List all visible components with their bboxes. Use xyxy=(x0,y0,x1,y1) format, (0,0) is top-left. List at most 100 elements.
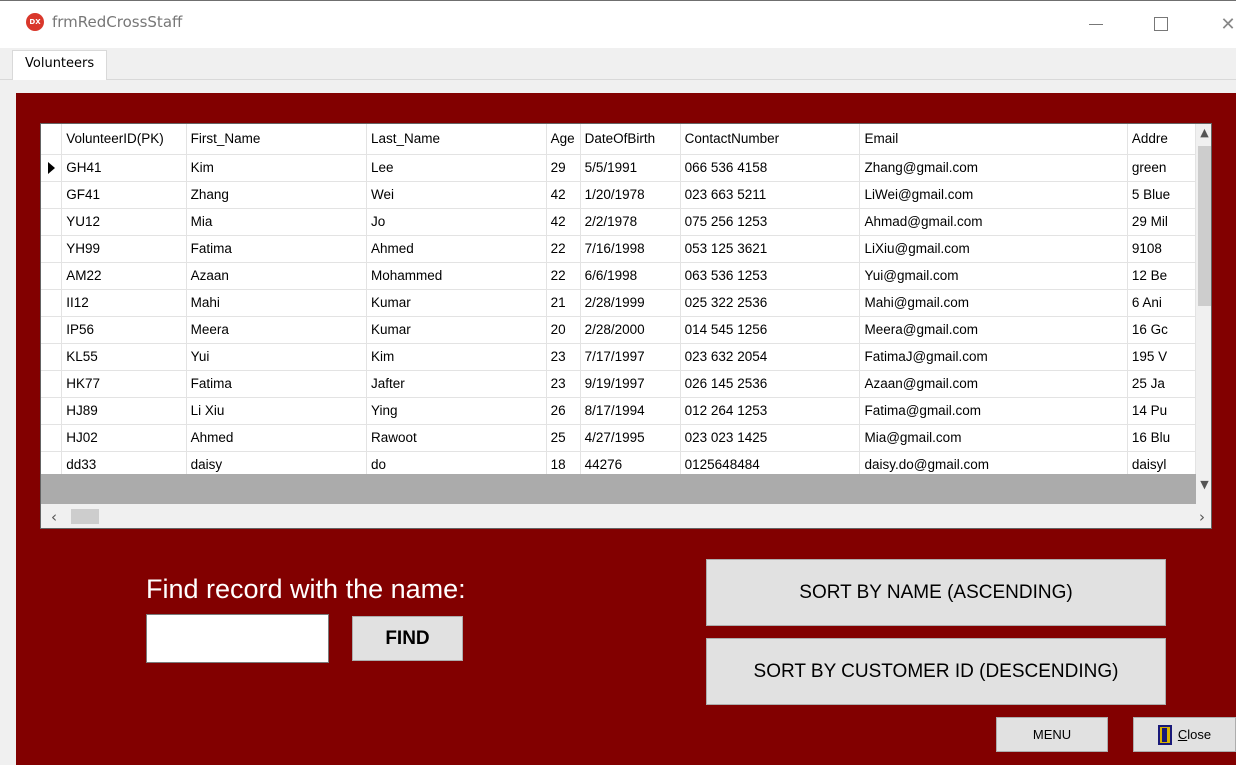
horizontal-scroll-thumb[interactable] xyxy=(71,509,99,524)
grid-cell[interactable]: IP56 xyxy=(61,316,187,344)
grid-cell[interactable]: HK77 xyxy=(61,370,187,398)
grid-cell[interactable]: Zhang@gmail.com xyxy=(859,154,1128,182)
scroll-right-icon[interactable]: › xyxy=(1199,508,1205,526)
table-row[interactable]: HJ02 Ahmed Rawoot 25 4/27/1995 023 023 1425 Mi… xyxy=(41,424,1196,452)
grid-cell[interactable]: AM22 xyxy=(61,262,187,290)
menu-button[interactable]: MENU xyxy=(996,717,1108,752)
grid-cell[interactable]: Azaan@gmail.com xyxy=(859,370,1128,398)
grid-cell[interactable]: GH41 xyxy=(61,154,187,182)
find-name-input[interactable] xyxy=(146,614,329,663)
find-button[interactable]: FIND xyxy=(352,616,463,661)
row-header[interactable] xyxy=(41,316,63,344)
grid-cell[interactable]: Mia@gmail.com xyxy=(859,424,1128,452)
grid-cell[interactable]: Jafter xyxy=(366,370,547,398)
grid-cell[interactable]: Kim xyxy=(366,343,547,371)
grid-cell[interactable]: 014 545 1256 xyxy=(680,316,861,344)
grid-cell[interactable]: 5 Blue xyxy=(1127,181,1196,209)
grid-cell[interactable]: KL55 xyxy=(61,343,187,371)
grid-cell[interactable]: 023 632 2054 xyxy=(680,343,861,371)
column-header[interactable]: DateOfBirth xyxy=(580,124,681,155)
grid-cell[interactable]: 14 Pu xyxy=(1127,397,1196,425)
table-row[interactable]: AM22 Azaan Mohammed 22 6/6/1998 063 536 1253 Y… xyxy=(41,262,1196,290)
grid-cell[interactable]: 25 xyxy=(546,424,581,452)
column-header[interactable]: First_Name xyxy=(186,124,368,155)
grid-cell[interactable]: 23 xyxy=(546,343,581,371)
grid-cell[interactable]: Meera@gmail.com xyxy=(859,316,1128,344)
column-header[interactable]: VolunteerID(PK) xyxy=(61,124,187,155)
grid-cell[interactable]: 1/20/1978 xyxy=(580,181,681,209)
grid-cell[interactable]: Ahmed xyxy=(186,424,368,452)
scroll-up-icon[interactable]: ▲ xyxy=(1196,124,1211,141)
grid-cell[interactable]: 6/6/1998 xyxy=(580,262,681,290)
row-header[interactable] xyxy=(41,424,63,452)
grid-cell[interactable]: LiXiu@gmail.com xyxy=(859,235,1128,263)
grid-cell[interactable]: 6 Ani xyxy=(1127,289,1196,317)
grid-cell[interactable]: 9108 xyxy=(1127,235,1196,263)
grid-cell[interactable]: Mahi@gmail.com xyxy=(859,289,1128,317)
scroll-left-icon[interactable]: ‹ xyxy=(51,508,57,526)
grid-cell[interactable]: 066 536 4158 xyxy=(680,154,861,182)
grid-cell[interactable]: HJ89 xyxy=(61,397,187,425)
tab-volunteers[interactable]: Volunteers xyxy=(12,50,108,80)
grid-cell[interactable]: Yui@gmail.com xyxy=(859,262,1128,290)
column-header[interactable]: ContactNumber xyxy=(680,124,861,155)
grid-cell[interactable]: Wei xyxy=(366,181,547,209)
grid-cell[interactable]: 053 125 3621 xyxy=(680,235,861,263)
grid-cell[interactable]: YH99 xyxy=(61,235,187,263)
grid-cell[interactable]: 012 264 1253 xyxy=(680,397,861,425)
table-row[interactable]: IP56 Meera Kumar 20 2/28/2000 014 545 1256 Mee… xyxy=(41,316,1196,344)
sort-by-id-button[interactable]: SORT BY CUSTOMER ID (DESCENDING) xyxy=(706,638,1166,705)
row-header[interactable] xyxy=(41,343,63,371)
grid-cell[interactable]: 29 xyxy=(546,154,581,182)
table-row[interactable]: II12 Mahi Kumar 21 2/28/1999 025 322 2536 Mahi… xyxy=(41,289,1196,317)
grid-cell[interactable]: Ying xyxy=(366,397,547,425)
grid-cell[interactable]: 4/27/1995 xyxy=(580,424,681,452)
grid-cell[interactable]: 22 xyxy=(546,235,581,263)
grid-cell[interactable]: 025 322 2536 xyxy=(680,289,861,317)
close-button[interactable]: Close xyxy=(1133,717,1236,752)
grid-cell[interactable]: Jo xyxy=(366,208,547,236)
grid-cell[interactable]: 195 V xyxy=(1127,343,1196,371)
grid-cell[interactable]: FatimaJ@gmail.com xyxy=(859,343,1128,371)
grid-cell[interactable]: Fatima xyxy=(186,370,368,398)
row-header[interactable] xyxy=(41,370,63,398)
grid-cell[interactable]: 9/19/1997 xyxy=(580,370,681,398)
maximize-button[interactable] xyxy=(1141,9,1181,39)
grid-cell[interactable]: 22 xyxy=(546,262,581,290)
grid-cell[interactable]: LiWei@gmail.com xyxy=(859,181,1128,209)
grid-cell[interactable]: GF41 xyxy=(61,181,187,209)
grid-cell[interactable]: Li Xiu xyxy=(186,397,368,425)
grid-cell[interactable]: 8/17/1994 xyxy=(580,397,681,425)
row-header[interactable] xyxy=(41,181,63,209)
grid-cell[interactable]: 12 Be xyxy=(1127,262,1196,290)
grid-cell[interactable]: 25 Ja xyxy=(1127,370,1196,398)
grid-cell[interactable]: Kumar xyxy=(366,289,547,317)
close-window-button[interactable]: ✕ xyxy=(1208,9,1236,39)
column-header[interactable]: Email xyxy=(859,124,1128,155)
sort-by-name-button[interactable]: SORT BY NAME (ASCENDING) xyxy=(706,559,1166,626)
column-header[interactable]: Addre xyxy=(1127,124,1196,155)
grid-cell[interactable]: Fatima@gmail.com xyxy=(859,397,1128,425)
grid-cell[interactable]: Mohammed xyxy=(366,262,547,290)
volunteers-grid[interactable]: VolunteerID(PK) First_Name Last_Name Age… xyxy=(40,123,1212,529)
grid-cell[interactable]: 26 xyxy=(546,397,581,425)
table-row[interactable]: YU12 Mia Jo 42 2/2/1978 075 256 1253 Ahmad@gma… xyxy=(41,208,1196,236)
row-header[interactable] xyxy=(41,235,63,263)
grid-cell[interactable]: 16 Blu xyxy=(1127,424,1196,452)
grid-cell[interactable]: Ahmed xyxy=(366,235,547,263)
grid-cell[interactable]: 42 xyxy=(546,208,581,236)
vertical-scrollbar[interactable]: ▲ ▼ xyxy=(1196,124,1211,504)
scroll-down-icon[interactable]: ▼ xyxy=(1196,476,1211,493)
grid-cell[interactable]: Azaan xyxy=(186,262,368,290)
column-header[interactable]: Age xyxy=(546,124,581,155)
table-row[interactable]: KL55 Yui Kim 23 7/17/1997 023 632 2054 FatimaJ… xyxy=(41,343,1196,371)
table-row[interactable]: HJ89 Li Xiu Ying 26 8/17/1994 012 264 1253 Fat… xyxy=(41,397,1196,425)
row-header[interactable] xyxy=(41,397,63,425)
grid-cell[interactable]: Rawoot xyxy=(366,424,547,452)
grid-cell[interactable]: 023 023 1425 xyxy=(680,424,861,452)
grid-cell[interactable]: 7/17/1997 xyxy=(580,343,681,371)
grid-cell[interactable]: YU12 xyxy=(61,208,187,236)
grid-cell[interactable]: Zhang xyxy=(186,181,368,209)
grid-cell[interactable]: 20 xyxy=(546,316,581,344)
grid-cell[interactable]: 42 xyxy=(546,181,581,209)
